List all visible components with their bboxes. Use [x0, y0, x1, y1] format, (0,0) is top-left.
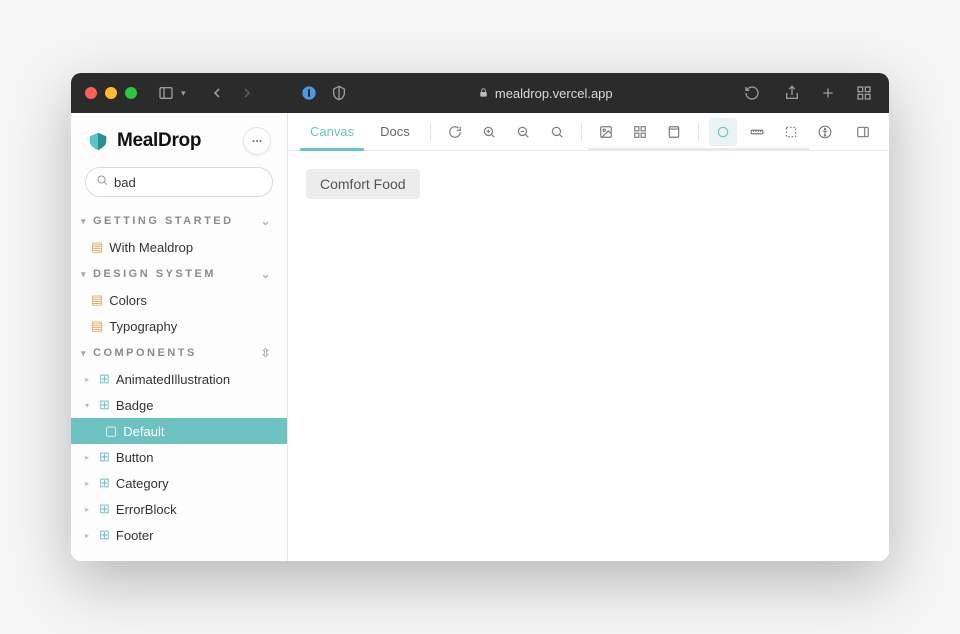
caret-right-icon: ▸ — [85, 531, 93, 540]
tree-item-component[interactable]: ▸ ⊞ Footer — [71, 522, 287, 548]
tree-item-doc[interactable]: ▤ With Mealdrop — [71, 234, 287, 260]
privacy-shield-icon[interactable] — [328, 82, 350, 104]
brand-menu-button[interactable] — [243, 127, 271, 155]
brand: MealDrop — [71, 113, 287, 167]
tree-item-component[interactable]: ▸ ⊞ AnimatedIllustration — [71, 366, 287, 392]
section-components[interactable]: ▾ COMPONENTS ⇳ — [71, 339, 287, 366]
measure-icon[interactable] — [743, 118, 771, 146]
caret-down-icon: ▾ — [81, 216, 91, 227]
tree-item-component[interactable]: ▸ ⊞ Button — [71, 444, 287, 470]
tree-item-component[interactable]: ▸ ⊞ ErrorBlock — [71, 496, 287, 522]
zoom-in-icon[interactable] — [475, 118, 503, 146]
tree-item-label: Badge — [116, 398, 154, 413]
expand-collapse-icon[interactable]: ⇳ — [260, 346, 273, 360]
url-bar[interactable]: mealdrop.vercel.app — [358, 86, 733, 101]
story-icon: ▢ — [105, 423, 117, 439]
document-icon: ▤ — [91, 292, 103, 308]
outline-icon[interactable] — [777, 118, 805, 146]
tree-item-label: Footer — [116, 528, 154, 543]
background-icon[interactable] — [592, 118, 620, 146]
maximize-window-button[interactable] — [125, 87, 137, 99]
app-content: MealDrop ✕ ▾ GETTING STARTED — [71, 113, 889, 561]
component-icon: ⊞ — [99, 397, 110, 413]
tree-item-label: Button — [116, 450, 154, 465]
section-design-system[interactable]: ▾ DESIGN SYSTEM ⌄ — [71, 260, 287, 287]
tree-item-label: AnimatedIllustration — [116, 372, 230, 387]
component-icon: ⊞ — [99, 527, 110, 543]
caret-right-icon: ▸ — [85, 505, 93, 514]
traffic-lights — [85, 87, 137, 99]
collapse-icon[interactable]: ⌄ — [260, 214, 273, 228]
forward-icon[interactable] — [236, 82, 258, 104]
tree-item-label: Typography — [109, 319, 177, 334]
component-icon: ⊞ — [99, 371, 110, 387]
toolbar: Canvas Docs — [288, 113, 889, 151]
accessibility-icon[interactable] — [811, 118, 839, 146]
section-label: COMPONENTS — [93, 347, 197, 359]
badge-component: Comfort Food — [306, 169, 420, 199]
fullscreen-icon[interactable] — [849, 118, 877, 146]
onepassword-icon[interactable] — [298, 82, 320, 104]
tree-item-component-badge[interactable]: ▾ ⊞ Badge — [71, 392, 287, 418]
caret-down-icon: ▾ — [81, 269, 91, 280]
document-icon: ▤ — [91, 239, 103, 255]
share-icon[interactable] — [781, 82, 803, 104]
tab-canvas[interactable]: Canvas — [300, 113, 364, 150]
close-window-button[interactable] — [85, 87, 97, 99]
search-input[interactable] — [114, 175, 288, 190]
grid-icon[interactable] — [626, 118, 654, 146]
search-input-wrapper: ✕ — [85, 167, 273, 197]
minimize-window-button[interactable] — [105, 87, 117, 99]
canvas: Comfort Food — [288, 151, 889, 561]
remount-icon[interactable] — [441, 118, 469, 146]
brand-name: MealDrop — [117, 130, 201, 152]
tree-item-label: With Mealdrop — [109, 240, 193, 255]
brand-logo-icon — [87, 130, 109, 152]
tree-item-story-default[interactable]: ▢ Default — [71, 418, 287, 444]
zoom-reset-icon[interactable] — [543, 118, 571, 146]
tree: ▾ GETTING STARTED ⌄ ▤ With Mealdrop ▾ DE… — [71, 207, 287, 561]
collapse-icon[interactable]: ⌄ — [260, 267, 273, 281]
caret-down-icon: ▾ — [85, 401, 93, 410]
tree-item-label: ErrorBlock — [116, 502, 177, 517]
component-icon: ⊞ — [99, 501, 110, 517]
url-text: mealdrop.vercel.app — [495, 86, 613, 101]
caret-right-icon: ▸ — [85, 479, 93, 488]
component-icon: ⊞ — [99, 475, 110, 491]
titlebar: ▾ mealdrop.vercel.app — [71, 73, 889, 113]
tree-item-doc[interactable]: ▤ Colors — [71, 287, 287, 313]
theme-toggle-icon[interactable] — [709, 118, 737, 146]
lock-icon — [478, 86, 489, 101]
tree-item-doc[interactable]: ▤ Typography — [71, 313, 287, 339]
reload-icon[interactable] — [741, 82, 763, 104]
tree-item-label: Default — [123, 424, 164, 439]
browser-window: ▾ mealdrop.vercel.app — [71, 73, 889, 561]
caret-right-icon: ▸ — [85, 453, 93, 462]
zoom-out-icon[interactable] — [509, 118, 537, 146]
tab-overview-icon[interactable] — [853, 82, 875, 104]
chevron-down-icon[interactable]: ▾ — [181, 88, 186, 99]
caret-right-icon: ▸ — [85, 375, 93, 384]
new-tab-icon[interactable] — [817, 82, 839, 104]
sidebar: MealDrop ✕ ▾ GETTING STARTED — [71, 113, 288, 561]
section-getting-started[interactable]: ▾ GETTING STARTED ⌄ — [71, 207, 287, 234]
tree-item-label: Category — [116, 476, 169, 491]
tab-label: Docs — [380, 124, 410, 139]
component-icon: ⊞ — [99, 449, 110, 465]
search-icon — [96, 173, 108, 191]
tree-item-component[interactable]: ▸ ⊞ Category — [71, 470, 287, 496]
document-icon: ▤ — [91, 318, 103, 334]
viewport-icon[interactable] — [660, 118, 688, 146]
section-label: GETTING STARTED — [93, 215, 234, 227]
section-label: DESIGN SYSTEM — [93, 268, 216, 280]
sidebar-toggle-icon[interactable] — [155, 82, 177, 104]
caret-down-icon: ▾ — [81, 348, 91, 359]
tree-item-label: Colors — [109, 293, 147, 308]
main-panel: Canvas Docs — [288, 113, 889, 561]
back-icon[interactable] — [206, 82, 228, 104]
tab-label: Canvas — [310, 124, 354, 139]
tab-docs[interactable]: Docs — [370, 113, 420, 150]
